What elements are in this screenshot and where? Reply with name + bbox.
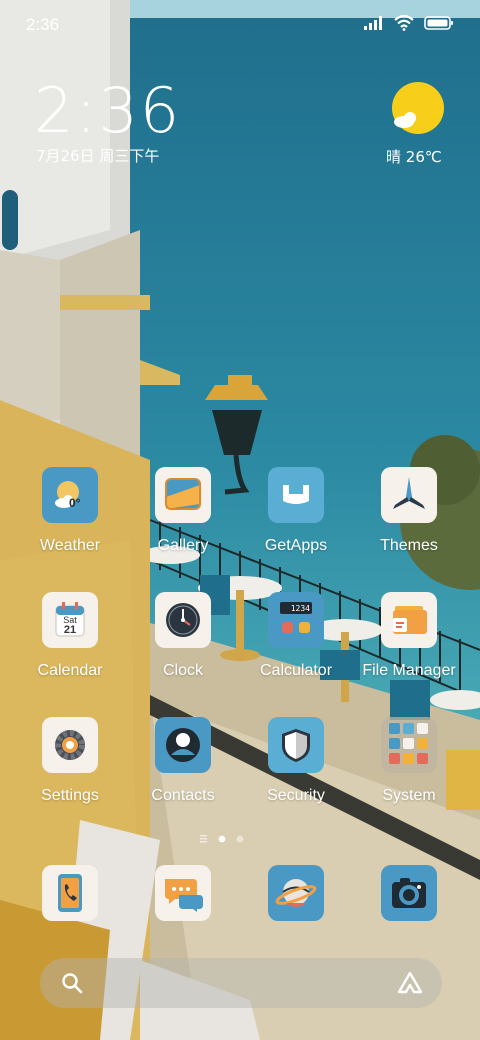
app-label: Themes — [380, 537, 438, 554]
search-bar[interactable] — [40, 958, 442, 1008]
app-folder-system[interactable]: System — [359, 717, 459, 827]
app-settings[interactable]: Settings — [20, 717, 120, 827]
calculator-display: 1234 — [290, 604, 310, 613]
page-dot — [236, 835, 244, 843]
clock-widget-date: 7月26日 周三下午 — [36, 147, 160, 165]
clock-icon — [155, 592, 211, 648]
calculator-icon: 1234 — [268, 592, 324, 648]
security-icon — [268, 717, 324, 773]
contacts-icon — [155, 717, 211, 773]
file-manager-icon — [381, 592, 437, 648]
weather-widget[interactable]: 晴 26℃ — [380, 80, 460, 170]
app-calculator[interactable]: 1234 Calculator — [246, 592, 346, 702]
search-icon[interactable] — [60, 971, 84, 995]
battery-icon — [424, 16, 453, 30]
app-themes[interactable]: Themes — [359, 467, 459, 577]
weather-tile-badge: 0° — [69, 496, 81, 510]
app-label: System — [382, 787, 436, 804]
app-security[interactable]: Security — [246, 717, 346, 827]
app-gallery[interactable]: Gallery — [133, 467, 233, 577]
calendar-icon: Sat 21 — [42, 592, 98, 648]
camera-icon — [381, 865, 437, 921]
signal-icon — [364, 16, 382, 30]
app-getapps[interactable]: GetApps — [246, 467, 346, 577]
weather-temperature: 26℃ — [405, 148, 442, 166]
app-label: File Manager — [362, 662, 456, 679]
phone-icon — [42, 865, 98, 921]
assistant-icon[interactable] — [396, 970, 424, 996]
messages-icon — [155, 865, 211, 921]
wifi-icon — [394, 15, 414, 31]
app-clock[interactable]: Clock — [133, 592, 233, 702]
clock-widget-time[interactable]: 2:36 — [34, 74, 181, 147]
page-list-icon — [200, 835, 207, 843]
calendar-date: 21 — [63, 624, 77, 636]
page-dot-active — [218, 835, 226, 843]
app-file-manager[interactable]: File Manager — [359, 592, 459, 702]
app-weather[interactable]: 0° Weather — [20, 467, 120, 577]
status-time: 2:36 — [26, 15, 60, 34]
page-indicator[interactable] — [198, 830, 258, 843]
sun-icon — [392, 82, 444, 134]
gallery-icon — [155, 467, 211, 523]
folder-icon — [381, 717, 437, 773]
themes-icon — [381, 467, 437, 523]
weather-condition: 晴 — [386, 148, 402, 166]
getapps-icon — [268, 467, 324, 523]
status-bar: 2:36 — [0, 0, 480, 50]
app-contacts[interactable]: Contacts — [133, 717, 233, 827]
weather-icon: 0° — [42, 467, 98, 523]
settings-icon — [42, 717, 98, 773]
app-calendar[interactable]: Sat 21 Calendar — [20, 592, 120, 702]
browser-icon — [268, 865, 324, 921]
